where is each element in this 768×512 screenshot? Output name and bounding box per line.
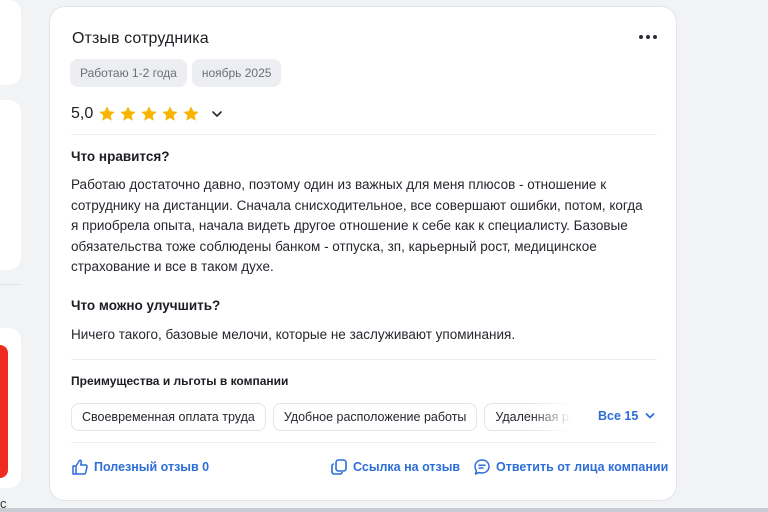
chat-reply-icon bbox=[474, 459, 490, 475]
all-benefits-button[interactable]: Все 15 bbox=[598, 409, 656, 423]
reply-label: Ответить от лица компании bbox=[496, 460, 669, 474]
divider bbox=[71, 134, 657, 135]
benefit-chip[interactable]: Удаленная работа bbox=[484, 403, 571, 431]
copy-link-label: Ссылка на отзыв bbox=[353, 460, 461, 474]
rating-stars bbox=[98, 105, 203, 123]
star-icon bbox=[120, 106, 136, 121]
helpful-label: Полезный отзыв 0 bbox=[94, 460, 210, 474]
benefit-chip[interactable]: Удобное расположение работы bbox=[272, 403, 478, 431]
review-title: Отзыв сотрудника bbox=[72, 30, 209, 47]
benefit-chip[interactable]: Своевременная оплата труда bbox=[71, 403, 266, 431]
chevron-down-icon[interactable] bbox=[210, 107, 224, 121]
improve-text: Ничего такого, базовые мелочи, которые н… bbox=[71, 327, 516, 342]
benefits-title: Преимущества и льготы в компании bbox=[71, 374, 289, 388]
reply-as-company-button[interactable]: Ответить от лица компании bbox=[473, 458, 668, 476]
benefits-list: Своевременная оплата труда Удобное распо… bbox=[71, 403, 571, 431]
left-column-card-top bbox=[0, 0, 21, 85]
likes-title: Что нравится? bbox=[71, 149, 170, 164]
more-dots-icon bbox=[639, 35, 643, 39]
star-icon bbox=[183, 106, 199, 121]
copy-link-icon bbox=[331, 459, 347, 475]
likes-text: Работаю достаточно давно, поэтому один и… bbox=[71, 177, 643, 275]
tag-tenure: Работаю 1-2 года bbox=[70, 59, 187, 87]
left-column-divider bbox=[0, 284, 21, 285]
bottom-scroll-edge bbox=[0, 508, 768, 512]
chevron-down-icon bbox=[645, 413, 655, 419]
review-card: Отзыв сотрудника Работаю 1-2 года ноябрь… bbox=[49, 6, 677, 501]
rating-row: 5,0 bbox=[71, 105, 224, 123]
all-benefits-label: Все 15 bbox=[598, 409, 639, 423]
star-icon bbox=[99, 106, 115, 121]
divider bbox=[71, 359, 657, 360]
more-options-button[interactable] bbox=[635, 29, 661, 45]
copy-link-button[interactable]: Ссылка на отзыв bbox=[330, 458, 460, 476]
review-tags: Работаю 1-2 года ноябрь 2025 bbox=[70, 59, 282, 87]
helpful-button[interactable]: Полезный отзыв 0 bbox=[71, 458, 209, 476]
tag-date: ноябрь 2025 bbox=[191, 59, 282, 87]
rating-value: 5,0 bbox=[71, 105, 94, 122]
star-icon bbox=[141, 106, 157, 121]
star-icon bbox=[162, 106, 178, 121]
thumbs-up-icon bbox=[72, 459, 88, 475]
divider bbox=[71, 442, 657, 443]
left-column-red-banner[interactable] bbox=[0, 345, 8, 478]
left-column-card-middle bbox=[0, 100, 21, 270]
improve-title: Что можно улучшить? bbox=[71, 298, 221, 313]
